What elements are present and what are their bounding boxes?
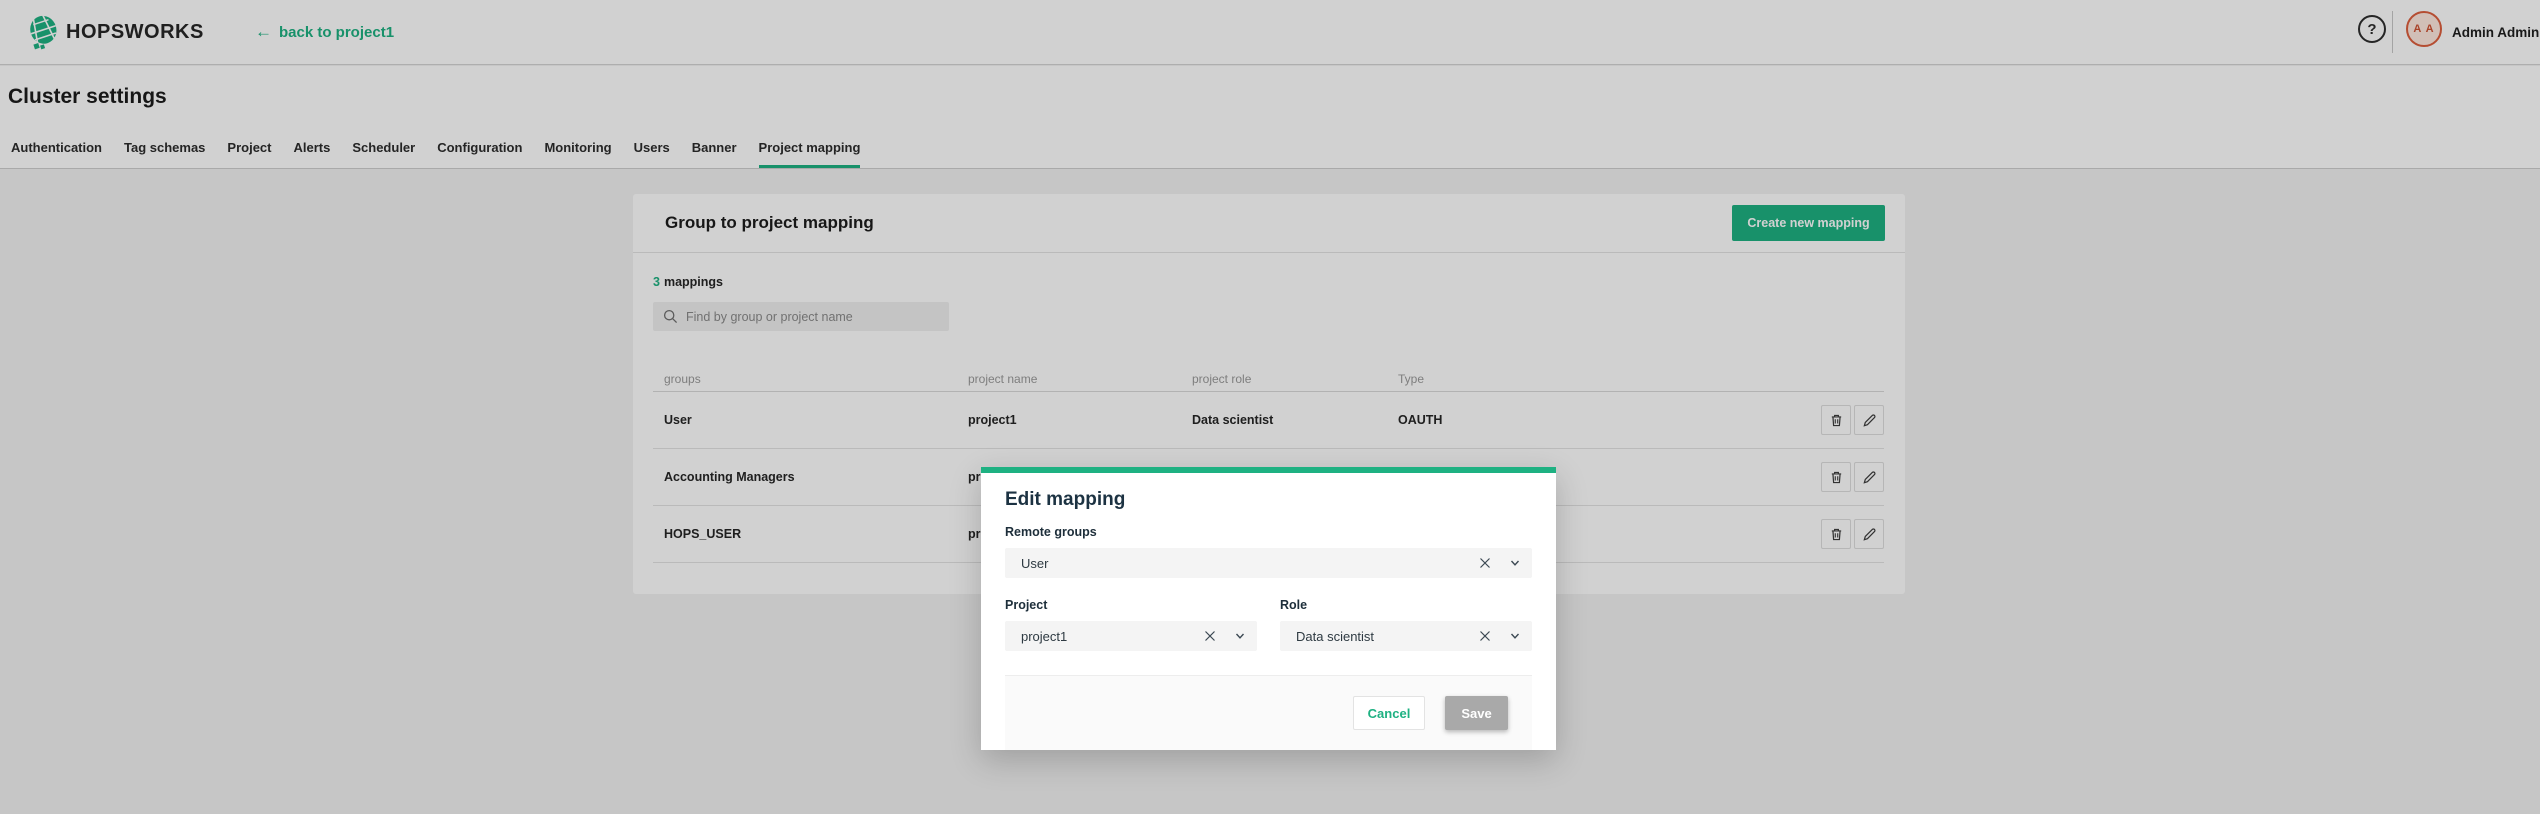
clear-icon[interactable] [1470, 548, 1500, 578]
remote-groups-value: User [1005, 556, 1470, 571]
chevron-down-icon[interactable] [1500, 548, 1530, 578]
role-select[interactable]: Data scientist [1280, 621, 1532, 651]
modal-accent-bar [981, 467, 1556, 473]
save-button[interactable]: Save [1445, 696, 1508, 730]
remote-groups-select[interactable]: User [1005, 548, 1532, 578]
modal-title: Edit mapping [1005, 489, 1532, 511]
edit-mapping-modal: Edit mapping Remote groups User Project … [981, 467, 1556, 750]
modal-footer: Cancel Save [1005, 675, 1532, 750]
chevron-down-icon[interactable] [1225, 621, 1255, 651]
remote-groups-label: Remote groups [1005, 525, 1532, 539]
clear-icon[interactable] [1470, 621, 1500, 651]
project-value: project1 [1005, 629, 1195, 644]
cancel-button[interactable]: Cancel [1353, 696, 1425, 730]
role-value: Data scientist [1280, 629, 1470, 644]
chevron-down-icon[interactable] [1500, 621, 1530, 651]
role-label: Role [1280, 598, 1532, 612]
clear-icon[interactable] [1195, 621, 1225, 651]
project-select[interactable]: project1 [1005, 621, 1257, 651]
project-label: Project [1005, 598, 1257, 612]
